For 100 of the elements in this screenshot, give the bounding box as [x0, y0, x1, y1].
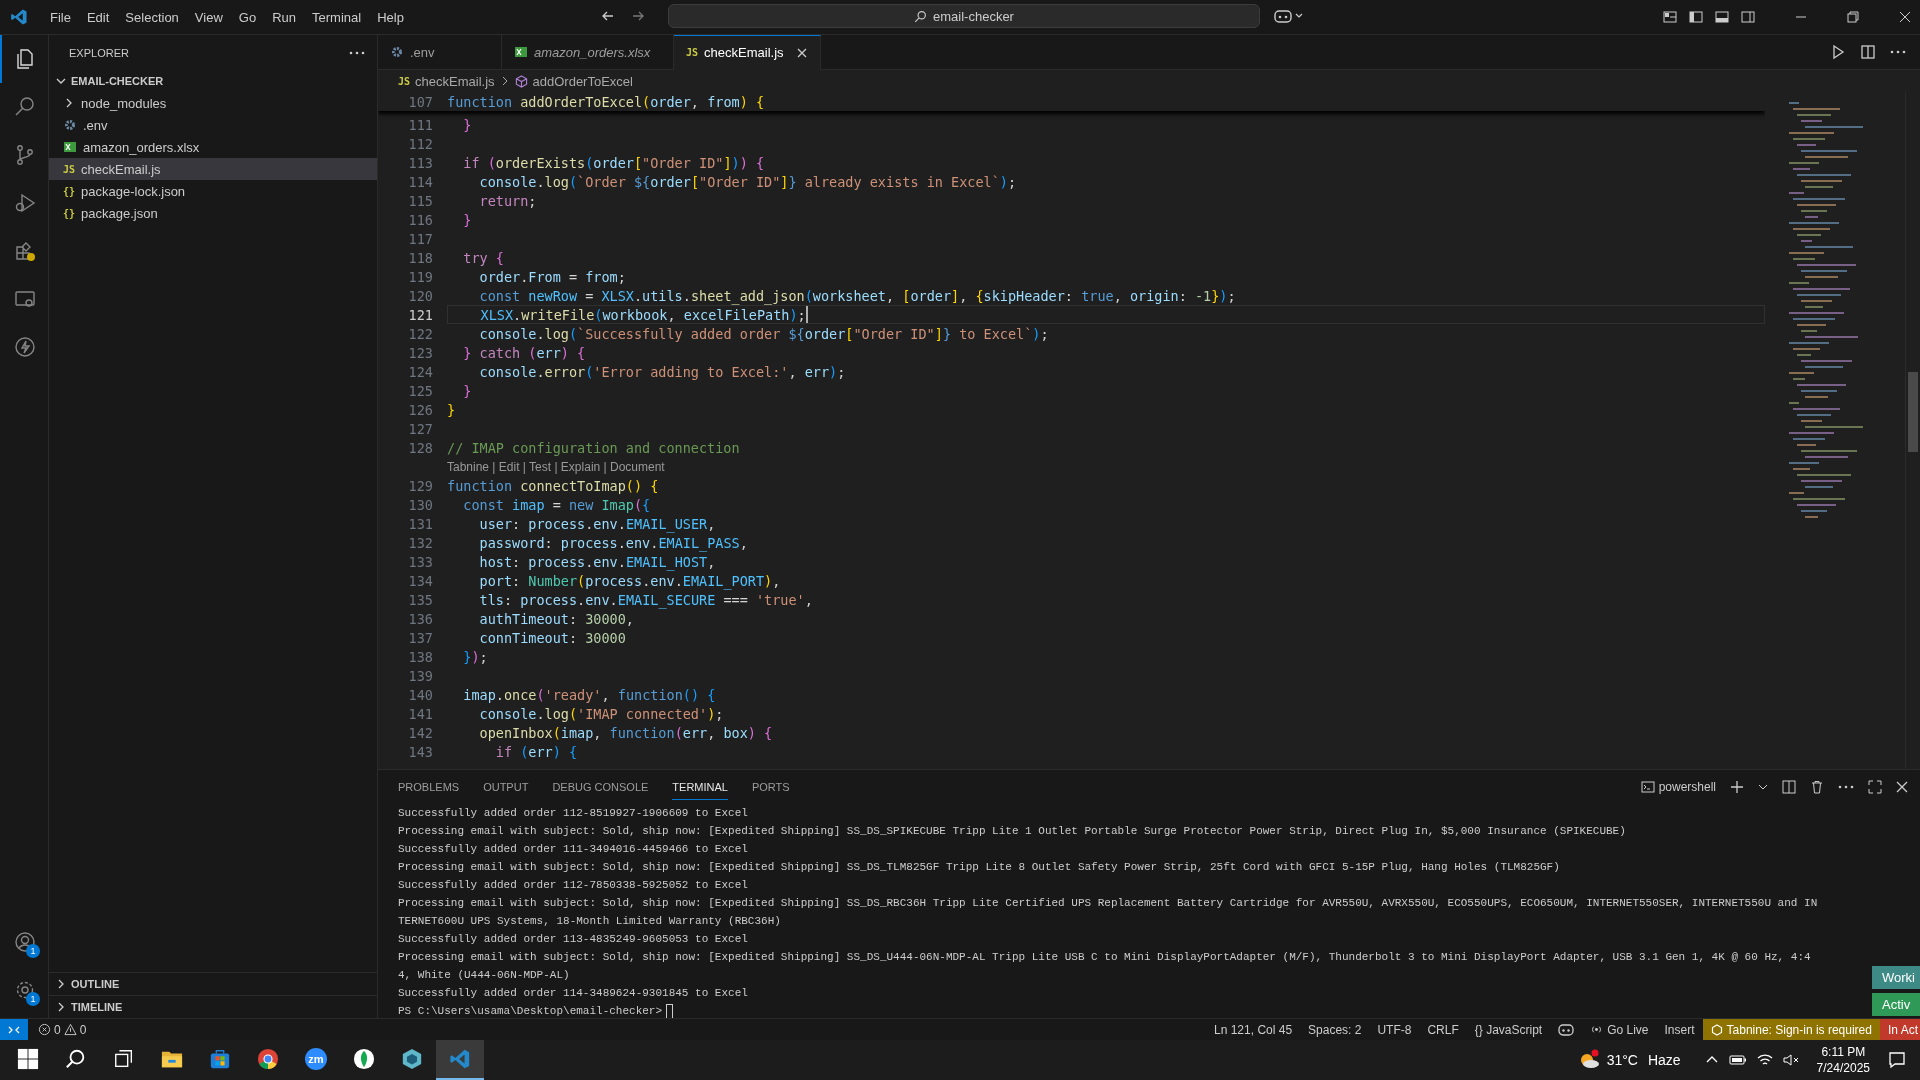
panel-tab[interactable]: OUTPUT: [483, 774, 529, 800]
menu-item[interactable]: Help: [369, 6, 412, 28]
line-number: 117: [407, 230, 434, 247]
tree-item[interactable]: {} package.json: [49, 202, 377, 224]
trash-icon[interactable]: [1810, 780, 1824, 794]
code-line: }: [462, 211, 472, 228]
panel-tab[interactable]: DEBUG CONSOLE: [552, 774, 649, 800]
split-terminal-icon[interactable]: [1782, 780, 1796, 794]
hexagon-icon[interactable]: [401, 1048, 423, 1070]
menu-item[interactable]: Edit: [78, 6, 118, 28]
status-item[interactable]: Ln 121, Col 45: [1206, 1022, 1301, 1037]
code-line: function addOrderToExcel(order, from) {: [447, 93, 765, 110]
codelens-links[interactable]: Tabnine | Edit | Test | Explain | Document: [447, 459, 665, 474]
tree-item[interactable]: amazon_orders.xlsx: [49, 136, 377, 158]
line-number: 116: [407, 211, 434, 228]
weather-condition[interactable]: Haze: [1647, 1052, 1681, 1068]
close-icon[interactable]: [795, 46, 808, 59]
status-item[interactable]: UTF-8: [1369, 1022, 1420, 1037]
menu-item[interactable]: Terminal: [304, 6, 370, 28]
leaf-icon[interactable]: [353, 1048, 375, 1070]
secondary-sidebar-icon[interactable]: [1740, 9, 1756, 25]
restore-icon[interactable]: [1846, 10, 1860, 24]
browser-icon[interactable]: [257, 1048, 279, 1070]
tree-item[interactable]: node_modules: [49, 92, 377, 114]
notification-toast[interactable]: Activ: [1872, 993, 1920, 1016]
battery-icon[interactable]: [1728, 1053, 1747, 1067]
temperature[interactable]: 31°C: [1606, 1052, 1638, 1068]
terminal-selector[interactable]: powershell: [1640, 780, 1716, 794]
speaker-icon[interactable]: [1782, 1053, 1799, 1067]
tree-item[interactable]: JS checkEmail.js: [49, 158, 377, 180]
tree-item[interactable]: .env: [49, 114, 377, 136]
panel-tab[interactable]: TERMINAL: [672, 774, 728, 800]
shopping-bag-icon[interactable]: [209, 1048, 231, 1070]
code-editor-icon[interactable]: [449, 1048, 471, 1070]
go-live-button[interactable]: Go Live: [1582, 1022, 1657, 1037]
command-center[interactable]: email-checker: [668, 4, 1260, 28]
play-bug-icon[interactable]: [13, 191, 37, 215]
breadcrumb-item[interactable]: checkEmail.js: [415, 73, 495, 89]
menu-item[interactable]: View: [186, 6, 231, 28]
notification-toast[interactable]: Worki: [1872, 966, 1920, 989]
start-icon[interactable]: [17, 1048, 39, 1070]
terminal-line: Processing email with subject: Sold, ship now: [Expedited Shipping] SS_DS_RBC36H Tripp Lite Certified UPS Replacement Battery Cartridge for AVR550U, AVRX550U, ECO550UPS, ECO650UM, INTERNET550SER, INTERNET550U and IN: [398, 896, 1818, 911]
remote-indicator[interactable]: [0, 1018, 28, 1041]
section-title[interactable]: OUTLINE: [71, 978, 120, 990]
spreadsheet-icon: [63, 140, 77, 154]
layout-icon[interactable]: [1662, 9, 1678, 25]
error-icon: [38, 1023, 51, 1036]
language-mode[interactable]: {} JavaScript: [1466, 1022, 1551, 1037]
problems-indicator[interactable]: 0 0: [28, 1022, 97, 1037]
menu-item[interactable]: Run: [264, 6, 304, 28]
panel-toggle-icon[interactable]: [1714, 9, 1730, 25]
panel-tab[interactable]: PROBLEMS: [398, 774, 460, 800]
search-icon[interactable]: [65, 1048, 87, 1070]
bolt-icon[interactable]: [13, 335, 37, 359]
run-icon[interactable]: [1830, 44, 1846, 60]
clock[interactable]: 6:11 PM 7/24/2025: [1816, 1044, 1870, 1076]
status-item[interactable]: CRLF: [1419, 1022, 1467, 1037]
tree-item[interactable]: {} package-lock.json: [49, 180, 377, 202]
split-editor-icon[interactable]: [1860, 44, 1876, 60]
sidebar-toggle-icon[interactable]: [1688, 9, 1704, 25]
editor-tab[interactable]: .env: [378, 34, 502, 70]
task-view-icon[interactable]: [113, 1048, 135, 1070]
section-title[interactable]: TIMELINE: [71, 1001, 123, 1013]
file-name[interactable]: amazon_orders.xlsx: [83, 139, 200, 155]
line-number: 131: [407, 515, 434, 532]
plus-icon[interactable]: [1730, 780, 1744, 794]
menu-item[interactable]: Go: [230, 6, 265, 28]
status-item[interactable]: Insert: [1656, 1022, 1703, 1037]
caret-icon[interactable]: [1758, 782, 1768, 792]
notification-center-icon[interactable]: [1888, 1051, 1906, 1069]
panel-tab[interactable]: PORTS: [751, 774, 790, 800]
wifi-icon[interactable]: [1756, 1053, 1773, 1067]
copilot-icon[interactable]: [1558, 1022, 1575, 1037]
maximize-icon[interactable]: [1868, 780, 1882, 794]
code-line: openInbox(imap, function(err, box) {: [478, 724, 773, 741]
status-item[interactable]: Spaces: 2: [1300, 1022, 1370, 1037]
notification-toast[interactable]: In Act: [1879, 1019, 1920, 1040]
menu-item[interactable]: Selection: [117, 6, 187, 28]
scrollbar-thumb[interactable]: [1908, 372, 1918, 452]
file-name[interactable]: package-lock.json: [81, 183, 186, 199]
more-icon[interactable]: [1838, 785, 1854, 789]
folder-name[interactable]: EMAIL-CHECKER: [71, 75, 164, 87]
tabnine-status[interactable]: Tabnine: Sign-in is required: [1702, 1019, 1880, 1040]
account-icon[interactable]: [13, 930, 37, 954]
more-icon[interactable]: [1890, 50, 1906, 54]
copilot-icon[interactable]: [1274, 8, 1304, 24]
file-name[interactable]: .env: [83, 117, 108, 133]
file-name[interactable]: node_modules: [81, 95, 167, 111]
text-cursor: [805, 306, 808, 323]
close-icon[interactable]: [1896, 781, 1908, 793]
file-name[interactable]: checkEmail.js: [81, 161, 161, 177]
menu-item[interactable]: File: [42, 6, 79, 28]
file-type-icon: {}: [63, 185, 76, 197]
close-icon[interactable]: [1898, 10, 1912, 24]
file-name[interactable]: package.json: [81, 205, 158, 221]
more-icon[interactable]: [349, 50, 365, 55]
editor-tab[interactable]: JS checkEmail.js: [674, 34, 821, 70]
line-number: 126: [407, 401, 434, 418]
breadcrumb-item[interactable]: addOrderToExcel: [532, 73, 633, 89]
line-number: 107: [407, 93, 434, 110]
